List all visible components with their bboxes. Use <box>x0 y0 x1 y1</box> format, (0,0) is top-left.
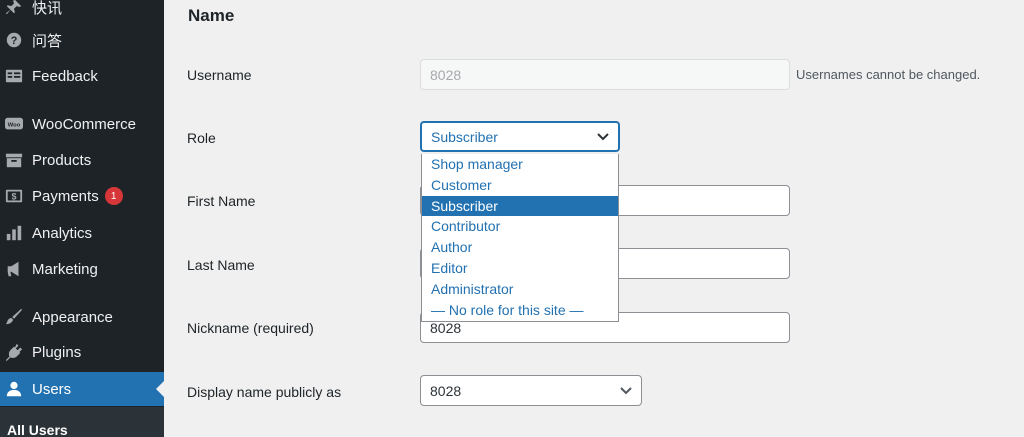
sidebar-item-feedback[interactable]: Feedback <box>0 59 164 93</box>
nickname-label: Nickname (required) <box>187 320 314 336</box>
section-title: Name <box>188 6 235 25</box>
sidebar-item-label: Analytics <box>32 224 93 242</box>
sidebar-item-analytics[interactable]: Analytics <box>0 216 164 250</box>
brush-icon <box>5 308 23 326</box>
role-option-contributor[interactable]: Contributor <box>422 216 618 237</box>
sidebar-item-label: WooCommerce <box>32 115 136 133</box>
sidebar-item-label: Products <box>32 151 92 169</box>
sidebar-item-woocommerce[interactable]: Woo WooCommerce <box>0 107 164 141</box>
first-name-label: First Name <box>187 193 256 209</box>
username-description: Usernames cannot be changed. <box>796 67 981 82</box>
sidebar-item-label: Appearance <box>32 308 113 326</box>
svg-text:?: ? <box>11 35 18 47</box>
username-label: Username <box>187 67 252 83</box>
notification-badge: 1 <box>104 187 123 205</box>
sidebar-item-kuaixun[interactable]: 快讯 <box>0 0 164 24</box>
money-icon: $ <box>5 187 23 205</box>
users-icon <box>5 380 23 398</box>
role-option-customer[interactable]: Customer <box>422 175 618 196</box>
users-submenu: All Users <box>0 407 164 437</box>
role-dropdown-list: Shop manager Customer Subscriber Contrib… <box>421 154 619 322</box>
plugin-icon <box>5 343 23 361</box>
role-option-no-role[interactable]: — No role for this site — <box>422 300 618 321</box>
sidebar-item-marketing[interactable]: Marketing <box>0 252 164 286</box>
role-option-editor[interactable]: Editor <box>422 258 618 279</box>
display-name-select[interactable]: 8028 <box>420 375 642 406</box>
chevron-down-icon <box>620 386 632 394</box>
active-indicator <box>156 381 164 397</box>
display-name-label: Display name publicly as <box>187 384 342 400</box>
sidebar-item-label: 快讯 <box>32 0 63 17</box>
submenu-item-all-users[interactable]: All Users <box>7 422 68 437</box>
sidebar-item-label: Plugins <box>32 343 82 361</box>
sidebar-item-label: 问答 <box>32 32 63 50</box>
sidebar-item-users[interactable]: Users <box>0 372 164 406</box>
sidebar-item-payments[interactable]: $ Payments 1 <box>0 179 164 213</box>
svg-text:$: $ <box>11 192 16 202</box>
last-name-label: Last Name <box>187 257 255 273</box>
sidebar-item-label: Users <box>32 380 72 398</box>
username-field: 8028 <box>420 59 790 90</box>
svg-text:Woo: Woo <box>8 122 21 128</box>
sidebar-item-products[interactable]: Products <box>0 143 164 177</box>
display-name-value: 8028 <box>430 382 462 399</box>
woocommerce-icon: Woo <box>5 115 23 133</box>
role-value: Subscriber <box>431 128 498 145</box>
archive-icon <box>5 151 23 169</box>
sidebar-item-label: Feedback <box>32 67 98 85</box>
sidebar-item-label: Marketing <box>32 260 98 278</box>
pin-icon <box>5 0 23 16</box>
chevron-down-icon <box>597 132 609 140</box>
sidebar-item-plugins[interactable]: Plugins <box>0 335 164 369</box>
role-option-administrator[interactable]: Administrator <box>422 279 618 300</box>
role-select[interactable]: Subscriber <box>420 121 620 152</box>
help-icon: ? <box>5 31 23 49</box>
username-value: 8028 <box>430 66 462 83</box>
sidebar-item-label: Payments <box>32 187 99 205</box>
role-label: Role <box>187 130 216 146</box>
megaphone-icon <box>5 260 23 278</box>
sidebar-item-appearance[interactable]: Appearance <box>0 300 164 334</box>
feedback-icon <box>5 67 23 85</box>
role-option-shop-manager[interactable]: Shop manager <box>422 154 618 175</box>
role-option-subscriber[interactable]: Subscriber <box>422 195 618 217</box>
sidebar-item-wenda[interactable]: ? 问答 <box>0 23 164 57</box>
role-option-author[interactable]: Author <box>422 237 618 258</box>
chart-bar-icon <box>5 224 23 242</box>
admin-sidebar: 快讯 ? 问答 Feedback Woo WooCommerce Product… <box>0 0 164 437</box>
